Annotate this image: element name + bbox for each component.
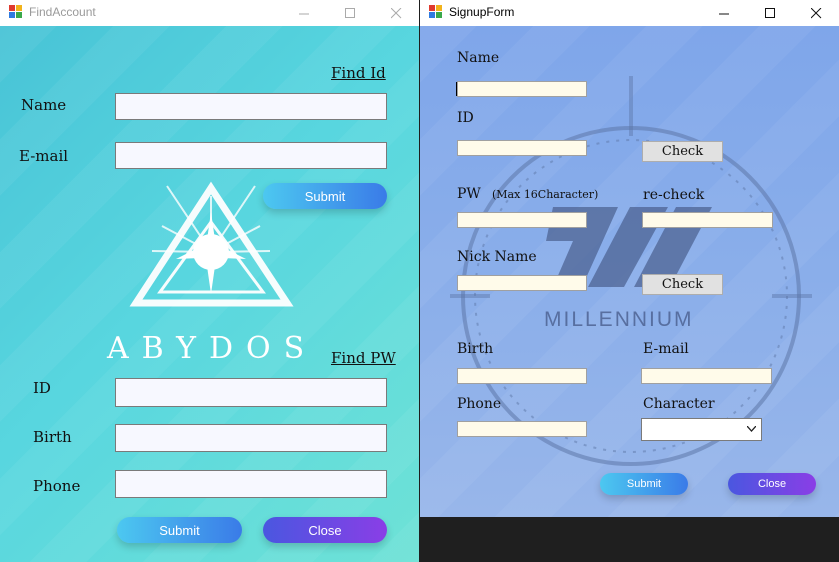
app-icon — [429, 5, 442, 18]
close-button[interactable]: Close — [263, 517, 387, 543]
millennium-logo-icon — [450, 76, 812, 466]
phone-label: Phone — [33, 477, 81, 495]
close-icon — [810, 7, 821, 18]
email-input[interactable] — [641, 368, 772, 384]
minimize-button[interactable] — [701, 0, 747, 26]
pw-input[interactable] — [457, 212, 587, 228]
maximize-icon — [764, 7, 775, 18]
find-pw-submit-button[interactable]: Submit — [117, 517, 242, 543]
recheck-input[interactable] — [642, 212, 773, 228]
maximize-button[interactable] — [747, 0, 793, 26]
nick-name-input[interactable] — [457, 275, 587, 291]
pw-label: PW — [457, 186, 481, 202]
close-window-button[interactable] — [373, 0, 419, 26]
window-bottom-strip — [420, 517, 839, 562]
character-label: Character — [643, 396, 715, 412]
signup-form-window: SignupForm MILLENNIUM Name ID Check PW (… — [420, 0, 839, 562]
minimize-button[interactable] — [281, 0, 327, 26]
birth-input[interactable] — [115, 424, 387, 452]
nick-name-label: Nick Name — [457, 249, 537, 265]
chevron-down-icon — [747, 426, 756, 432]
close-icon — [390, 7, 401, 18]
name-input[interactable] — [457, 81, 587, 97]
phone-input[interactable] — [115, 470, 387, 498]
find-account-window: FindAccount ABYDOS Find Id Name E-mail S… — [0, 0, 419, 562]
close-window-button[interactable] — [793, 0, 839, 26]
birth-label: Birth — [457, 341, 494, 357]
title-bar: FindAccount — [0, 0, 419, 26]
name-label: Name — [457, 50, 500, 66]
name-input[interactable] — [115, 93, 387, 120]
text-caret — [456, 82, 457, 96]
maximize-icon — [344, 7, 355, 18]
id-label: ID — [457, 110, 474, 126]
nick-check-button[interactable]: Check — [642, 274, 723, 295]
app-icon — [9, 5, 22, 18]
id-input[interactable] — [115, 378, 387, 407]
title-bar: SignupForm — [420, 0, 839, 26]
signup-panel: MILLENNIUM Name ID Check PW (Max 16Chara… — [420, 26, 839, 517]
maximize-button[interactable] — [327, 0, 373, 26]
window-title: SignupForm — [449, 5, 515, 19]
phone-input[interactable] — [457, 421, 587, 437]
birth-label: Birth — [33, 428, 72, 446]
email-label: E-mail — [643, 341, 689, 357]
find-id-submit-button[interactable]: Submit — [263, 183, 387, 209]
id-check-button[interactable]: Check — [642, 141, 723, 162]
email-input[interactable] — [115, 142, 387, 169]
name-label: Name — [21, 96, 67, 114]
email-label: E-mail — [19, 147, 69, 165]
id-input[interactable] — [457, 140, 587, 156]
logo-text: ABYDOS — [107, 331, 318, 366]
pw-hint: (Max 16Character) — [492, 188, 599, 201]
logo-text: MILLENNIUM — [544, 308, 694, 331]
minimize-icon — [718, 13, 729, 14]
minimize-icon — [298, 13, 309, 14]
find-id-link[interactable]: Find Id — [331, 64, 386, 82]
window-title: FindAccount — [29, 5, 96, 19]
phone-label: Phone — [457, 396, 502, 412]
close-button[interactable]: Close — [728, 473, 816, 495]
find-pw-link[interactable]: Find PW — [331, 349, 396, 367]
birth-input[interactable] — [457, 368, 587, 384]
recheck-label: re-check — [643, 187, 705, 203]
character-select[interactable] — [641, 418, 762, 441]
id-label: ID — [33, 379, 51, 397]
find-account-panel: ABYDOS Find Id Name E-mail Submit Find P… — [0, 26, 419, 562]
submit-button[interactable]: Submit — [600, 473, 688, 495]
